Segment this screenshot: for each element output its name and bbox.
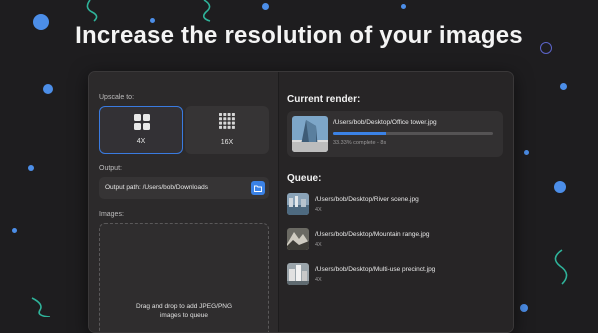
scale-option-4x[interactable]: 4X xyxy=(99,106,183,154)
output-path-field[interactable]: Output path: /Users/bob/Downloads xyxy=(99,177,269,199)
grid-4x4-icon xyxy=(219,113,235,129)
upscale-label: Upscale to: xyxy=(99,94,135,101)
dropzone-text-line-2: images to queue xyxy=(159,312,209,319)
queue-item[interactable]: /Users/bob/Desktop/Multi-use precinct.jp… xyxy=(287,262,503,288)
decor-dot xyxy=(28,165,34,171)
decor-squiggle xyxy=(202,0,211,22)
decor-squiggle xyxy=(86,0,98,22)
scale-option-16x[interactable]: 16X xyxy=(185,106,269,154)
current-render-heading: Current render: xyxy=(287,94,361,105)
queue-item-scale: 4X xyxy=(315,207,322,213)
render-panel: Current render: /Users/bob/Desktop/Offic… xyxy=(279,72,513,332)
decor-dot xyxy=(560,83,567,90)
app-window: Upscale to: 4X 16X Output: Output path: … xyxy=(88,71,514,333)
choose-folder-button[interactable] xyxy=(251,181,265,195)
decor-dot xyxy=(554,181,566,193)
folder-icon xyxy=(254,185,262,192)
queue-item[interactable]: /Users/bob/Desktop/River scene.jpg 4X xyxy=(287,192,503,218)
decor-dot xyxy=(12,228,17,233)
decor-squiggle xyxy=(31,297,51,317)
queue-item-thumbnail xyxy=(287,193,309,215)
scale-option-label: 4X xyxy=(136,138,146,145)
current-render-card: /Users/bob/Desktop/Office tower.jpg 33.3… xyxy=(287,111,503,157)
scale-option-label: 16X xyxy=(220,139,234,146)
decor-dot xyxy=(520,304,528,312)
current-render-filename: /Users/bob/Desktop/Office tower.jpg xyxy=(333,119,437,126)
queue-item-filename: /Users/bob/Desktop/Multi-use precinct.jp… xyxy=(315,266,436,273)
output-label: Output: xyxy=(99,165,122,172)
dropzone-instructions: Drag and drop to add JPEG/PNG images to … xyxy=(100,302,268,320)
decor-squiggle xyxy=(554,249,568,285)
queue-item-scale: 4X xyxy=(315,277,322,283)
decor-dot xyxy=(524,150,529,155)
queue-item-filename: /Users/bob/Desktop/River scene.jpg xyxy=(315,196,419,203)
queue-heading: Queue: xyxy=(287,173,322,184)
headline: Increase the resolution of your images xyxy=(75,22,523,49)
queue-item-scale: 4X xyxy=(315,242,322,248)
render-progress-bar xyxy=(333,132,493,135)
current-render-thumbnail xyxy=(292,116,328,152)
output-path-text: Output path: /Users/bob/Downloads xyxy=(105,184,208,191)
queue-item-thumbnail xyxy=(287,263,309,285)
dropzone-text-line-1: Drag and drop to add JPEG/PNG xyxy=(135,303,233,310)
decor-dot xyxy=(401,4,406,9)
settings-panel: Upscale to: 4X 16X Output: Output path: … xyxy=(89,72,279,332)
render-progress-text: 33.33% complete - 8s xyxy=(333,140,387,146)
queue-item-thumbnail xyxy=(287,228,309,250)
grid-2x2-icon xyxy=(134,114,150,130)
queue-item[interactable]: /Users/bob/Desktop/Mountain range.jpg 4X xyxy=(287,227,503,253)
queue-item-filename: /Users/bob/Desktop/Mountain range.jpg xyxy=(315,231,430,238)
decor-dot xyxy=(262,3,269,10)
render-progress-fill xyxy=(333,132,387,135)
images-label: Images: xyxy=(99,211,124,218)
decor-dot xyxy=(43,84,53,94)
